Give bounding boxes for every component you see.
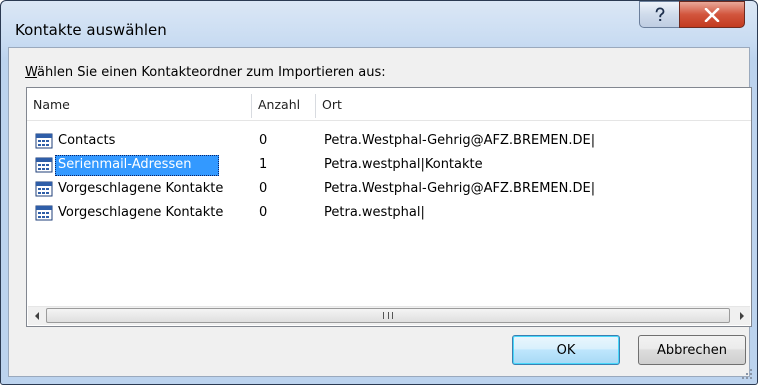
item-name: Vorgeschlagene Kontakte	[58, 181, 224, 196]
list-item-selected[interactable]: Serienmail-Adressen 1 Petra.westphal|Kon…	[27, 154, 751, 176]
contact-folder-icon	[35, 181, 53, 197]
contact-folder-icon	[35, 205, 53, 221]
window-title: Kontakte auswählen	[15, 21, 167, 39]
item-count: 0	[259, 133, 268, 148]
prompt-mnemonic: W	[25, 65, 38, 80]
chevron-right-icon	[739, 312, 744, 320]
list-item[interactable]: Vorgeschlagene Kontakte 0 Petra.westphal…	[27, 202, 751, 224]
help-icon	[655, 6, 664, 21]
grip-icon	[383, 312, 393, 319]
prompt-text: ählen Sie einen Kontakteordner zum Impor…	[37, 65, 386, 80]
column-header-count[interactable]: Anzahl	[252, 88, 315, 120]
item-name: Vorgeschlagene Kontakte	[58, 205, 224, 220]
contact-folder-icon	[35, 157, 53, 173]
list-item[interactable]: Vorgeschlagene Kontakte 0 Petra.Westphal…	[27, 178, 751, 200]
item-location: Petra.westphal|	[324, 205, 425, 220]
dialog-window: Kontakte auswählen Wählen Sie einen Kont…	[0, 0, 758, 385]
list-item[interactable]: Contacts 0 Petra.Westphal-Gehrig@AFZ.BRE…	[27, 130, 751, 152]
folder-list[interactable]: Name Anzahl Ort Contacts 0 Petra.Westpha…	[26, 87, 752, 327]
item-count: 0	[259, 181, 268, 196]
item-count: 1	[259, 157, 268, 172]
column-header-location[interactable]: Ort	[316, 88, 746, 120]
item-name: Serienmail-Adressen	[58, 157, 192, 172]
item-location: Petra.westphal|Kontakte	[324, 157, 483, 172]
horizontal-scrollbar[interactable]	[28, 306, 750, 325]
chevron-left-icon	[34, 312, 39, 320]
close-icon	[704, 7, 720, 22]
item-location: Petra.Westphal-Gehrig@AFZ.BREMEN.DE|	[324, 181, 596, 196]
item-location: Petra.Westphal-Gehrig@AFZ.BREMEN.DE|	[324, 133, 596, 148]
item-name: Contacts	[58, 133, 116, 148]
ok-button[interactable]: OK	[512, 335, 620, 365]
resize-grip-icon[interactable]	[741, 368, 753, 380]
close-button[interactable]	[679, 1, 745, 28]
scroll-left-button[interactable]	[28, 307, 45, 325]
help-button[interactable]	[639, 1, 680, 28]
scroll-thumb[interactable]	[46, 308, 730, 323]
folder-prompt-label: Wählen Sie einen Kontakteordner zum Impo…	[25, 65, 386, 80]
item-count: 0	[259, 205, 268, 220]
scroll-right-button[interactable]	[733, 307, 750, 325]
column-header-name[interactable]: Name	[27, 88, 251, 120]
cancel-button[interactable]: Abbrechen	[638, 335, 746, 365]
list-header: Name Anzahl Ort	[27, 88, 751, 121]
contact-folder-icon	[35, 133, 53, 149]
